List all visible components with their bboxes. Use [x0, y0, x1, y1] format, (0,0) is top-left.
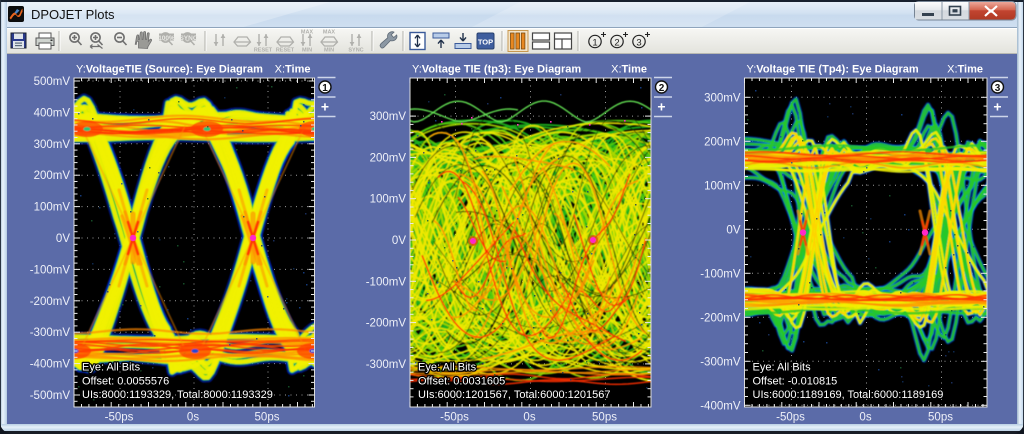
svg-text:0s: 0s	[523, 412, 535, 424]
svg-text:500mV: 500mV	[34, 76, 71, 88]
svg-text:UIs:6000:1201567, Total:6000:1: UIs:6000:1201567, Total:6000:1201567	[418, 389, 610, 401]
svg-text:300mV: 300mV	[34, 139, 71, 151]
svg-text:-50ps: -50ps	[776, 412, 805, 424]
svg-text:+: +	[993, 99, 1001, 115]
svg-text:X:Time: X:Time	[275, 64, 311, 76]
svg-text:-400mV: -400mV	[30, 359, 71, 371]
svg-text:0s: 0s	[859, 412, 871, 424]
svg-text:Y:VoltageTIE (Source): Eye Dia: Y:VoltageTIE (Source): Eye Diagram	[76, 64, 263, 76]
svg-text:RESET: RESET	[254, 48, 273, 54]
svg-text:-200mV: -200mV	[30, 296, 71, 308]
svg-text:400mV: 400mV	[34, 107, 71, 119]
svg-text:200mV: 200mV	[704, 136, 741, 148]
svg-text:3: 3	[995, 83, 1001, 94]
svg-text:300mV: 300mV	[370, 111, 407, 123]
svg-text:-300mV: -300mV	[700, 356, 741, 368]
svg-text:-300mV: -300mV	[366, 359, 407, 371]
svg-text:Y:Voltage TIE (tp3): Eye Diag: Y:Voltage TIE (tp3): Eye Diagram	[412, 64, 581, 76]
svg-text:100mV: 100mV	[370, 194, 407, 206]
svg-text:DPOJET Plots: DPOJET Plots	[31, 7, 115, 22]
svg-text:3: 3	[636, 37, 641, 48]
svg-text:-100mV: -100mV	[700, 268, 741, 280]
svg-text:MIN: MIN	[302, 48, 312, 54]
svg-text:MAX: MAX	[301, 30, 314, 36]
svg-text:0V: 0V	[56, 233, 70, 245]
svg-text:50ps: 50ps	[928, 412, 953, 424]
svg-text:MIN: MIN	[324, 48, 334, 54]
svg-text:Offset: 0.0031605: Offset: 0.0031605	[418, 376, 505, 388]
svg-text:50ps: 50ps	[255, 412, 280, 424]
svg-text:-200mV: -200mV	[700, 312, 741, 324]
svg-text:-100mV: -100mV	[30, 264, 71, 276]
svg-text:+: +	[657, 99, 665, 115]
svg-text:-50ps: -50ps	[440, 412, 469, 424]
svg-text:1: 1	[322, 83, 328, 94]
svg-text:2: 2	[614, 37, 619, 48]
svg-text:100mV: 100mV	[34, 202, 71, 214]
svg-text:200mV: 200mV	[34, 170, 71, 182]
svg-text:SYNC: SYNC	[179, 35, 197, 42]
svg-text:UIs:6000:1189169, Total:6000:1: UIs:6000:1189169, Total:6000:1189169	[753, 389, 944, 401]
svg-text:Eye: All Bits: Eye: All Bits	[753, 362, 812, 374]
svg-text:300mV: 300mV	[704, 92, 741, 104]
svg-text:UIs:8000:1193329, Total:8000:1: UIs:8000:1193329, Total:8000:1193329	[82, 389, 273, 401]
svg-text:Eye: All Bits: Eye: All Bits	[82, 362, 141, 374]
svg-text:-300mV: -300mV	[30, 327, 71, 339]
svg-text:50ps: 50ps	[592, 412, 617, 424]
svg-text:Offset: -0.010815: Offset: -0.010815	[753, 376, 838, 388]
svg-text:1: 1	[592, 37, 597, 48]
svg-text:Eye: All Bits: Eye: All Bits	[418, 362, 477, 374]
svg-text:X:Time: X:Time	[611, 64, 647, 76]
svg-text:200mV: 200mV	[370, 152, 407, 164]
svg-text:Y:Voltage TIE (Tp4): Eye Diag: Y:Voltage TIE (Tp4): Eye Diagram	[747, 64, 919, 76]
svg-text:MAX: MAX	[323, 30, 336, 36]
svg-text:TOP: TOP	[478, 38, 493, 47]
svg-text:+: +	[321, 99, 329, 115]
svg-text:-200mV: -200mV	[366, 318, 407, 330]
svg-text:2: 2	[659, 83, 665, 94]
svg-text:SYNC: SYNC	[348, 48, 363, 54]
svg-text:0s: 0s	[187, 412, 199, 424]
svg-text:-500mV: -500mV	[30, 390, 71, 402]
svg-text:Offset: 0.0055576: Offset: 0.0055576	[82, 376, 169, 388]
svg-text:-400mV: -400mV	[700, 400, 741, 412]
svg-text:100mV: 100mV	[704, 180, 741, 192]
svg-text:0V: 0V	[726, 224, 740, 236]
svg-text:RESET: RESET	[276, 48, 295, 54]
svg-text:100%: 100%	[158, 35, 175, 42]
svg-text:-100mV: -100mV	[366, 276, 407, 288]
svg-text:-50ps: -50ps	[105, 412, 134, 424]
svg-text:X:Time: X:Time	[947, 64, 983, 76]
svg-text:0V: 0V	[392, 235, 406, 247]
